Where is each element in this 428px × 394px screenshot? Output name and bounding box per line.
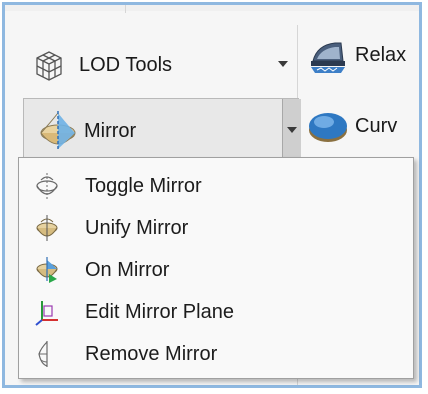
relax-label: Relax <box>355 43 407 66</box>
menu-item-label: Remove Mirror <box>85 342 218 365</box>
unify-mirror-icon <box>33 212 61 244</box>
remove-mirror-icon <box>33 338 61 370</box>
menu-item-label: Unify Mirror <box>85 216 189 239</box>
menu-item-label: Toggle Mirror <box>85 174 202 197</box>
mirror-label: Mirror <box>84 119 137 142</box>
menu-item-on-mirror[interactable]: On Mirror <box>19 250 413 290</box>
mirror-dropdown-segment[interactable] <box>282 99 301 163</box>
menu-item-edit-mirror-plane[interactable]: Edit Mirror Plane <box>19 292 413 332</box>
menu-item-unify-mirror[interactable]: Unify Mirror <box>19 208 413 248</box>
mirror-dropdown-menu: Toggle Mirror Unify Mirror On Mirror Edi… <box>18 157 414 379</box>
mirror-dropdown-arrow-icon <box>287 127 297 133</box>
menu-item-label: Edit Mirror Plane <box>85 300 234 323</box>
ribbon-separator <box>125 5 126 13</box>
lod-tools-label: LOD Tools <box>79 53 173 76</box>
curv-label: Curv <box>355 114 398 137</box>
on-mirror-icon <box>33 254 61 286</box>
curv-button[interactable]: Curv <box>307 106 397 146</box>
relax-iron-icon <box>307 35 349 75</box>
lod-tools-button[interactable]: LOD Tools <box>29 37 299 93</box>
menu-item-label: On Mirror <box>85 258 170 281</box>
menu-item-toggle-mirror[interactable]: Toggle Mirror <box>19 166 413 206</box>
lod-cube-icon <box>29 46 69 84</box>
edit-mirror-plane-icon <box>33 296 61 328</box>
menu-item-remove-mirror[interactable]: Remove Mirror <box>19 334 413 374</box>
curvature-icon <box>307 106 349 146</box>
lod-tools-dropdown-arrow-icon[interactable] <box>278 61 288 67</box>
toggle-mirror-icon <box>33 170 61 202</box>
mirror-split-button[interactable]: Mirror <box>23 98 301 164</box>
relax-button[interactable]: Relax <box>307 35 406 75</box>
ribbon-top-strip <box>5 5 419 11</box>
mirror-icon <box>38 109 78 153</box>
